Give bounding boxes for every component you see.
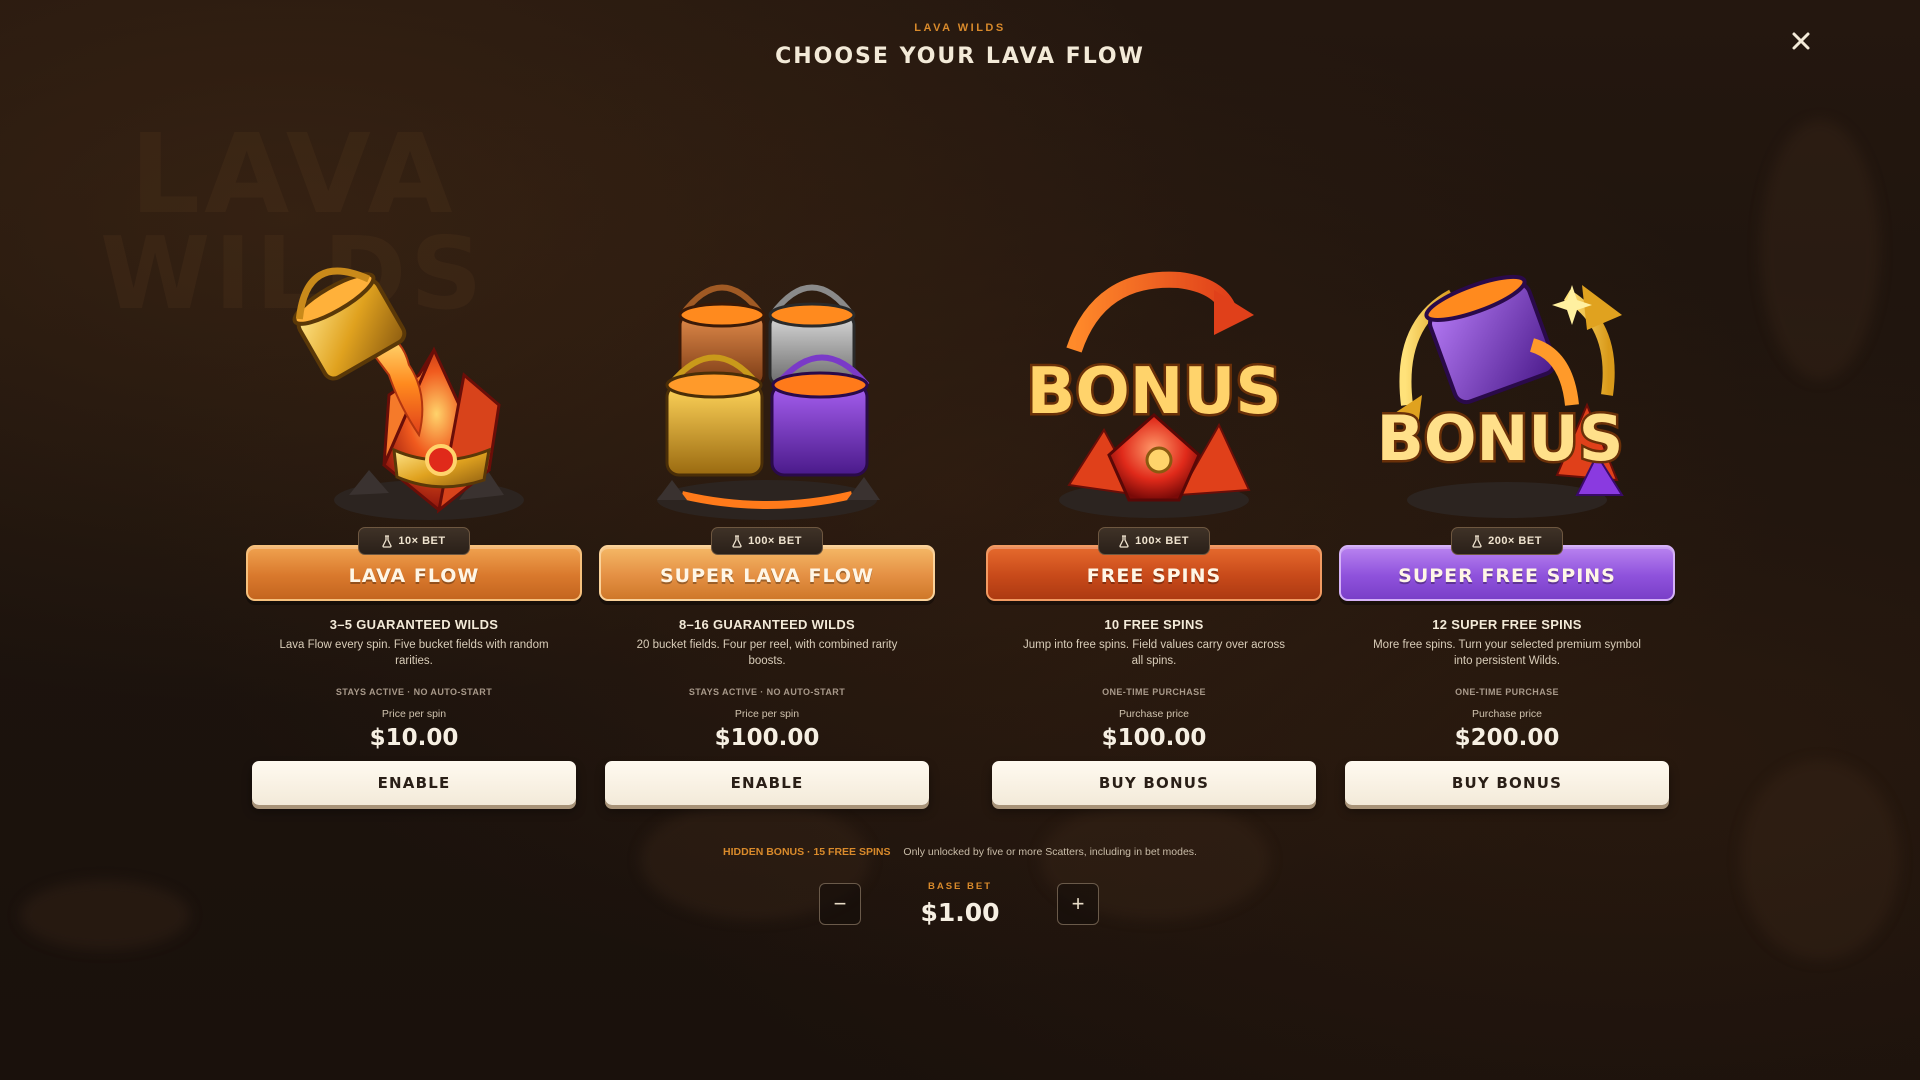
card-status: ONE-TIME PURCHASE	[1455, 687, 1559, 697]
base-bet-label: BASE BET	[927, 881, 993, 892]
card-description: 20 bucket fields. Four per reel, with co…	[636, 639, 898, 667]
price-label: Price per spin	[381, 708, 447, 720]
price-value: $10.00	[369, 725, 459, 751]
buy-super-free-spins-button[interactable]: BUY BONUS	[1345, 761, 1669, 805]
modal-title: CHOOSE YOUR LAVA FLOW	[775, 44, 1145, 69]
tier-badge: 10× BET	[358, 527, 470, 555]
background-logo-line-1: LAVA	[130, 110, 457, 238]
four-lava-buckets-art	[657, 284, 880, 520]
card-status: STAYS ACTIVE · NO AUTO-START	[335, 687, 493, 697]
card-headline: 3–5 GUARANTEED WILDS	[329, 617, 499, 632]
lava-bucket-crystals-art	[292, 267, 524, 520]
tier-badge-label: 100× BET	[1135, 535, 1189, 547]
bonus-card-lava-flow: 10× BET LAVA FLOW 3–5 GUARANTEED WILDS L…	[246, 255, 582, 815]
bonus-card-free-spins: BONUS 100× BET FREE SPINS 10 FREE SPINS …	[986, 255, 1322, 815]
increase-bet-button[interactable]: +	[1057, 883, 1099, 925]
price-label: Price per spin	[734, 708, 800, 720]
card-description: Lava Flow every spin. Five bucket fields…	[279, 639, 549, 667]
close-icon	[1792, 32, 1810, 50]
hidden-bonus-text: Only unlocked by five or more Scatters, …	[903, 846, 1197, 858]
price-value: $100.00	[1101, 725, 1207, 751]
base-bet-value: $1.00	[920, 898, 1000, 927]
card-headline: 10 FREE SPINS	[1104, 617, 1204, 632]
hidden-bonus-note: HIDDEN BONUS · 15 FREE SPINS Only unlock…	[0, 846, 1920, 858]
tier-badge-label: 10× BET	[398, 535, 446, 547]
price-label: Purchase price	[1118, 708, 1190, 720]
enable-super-lava-flow-button[interactable]: ENABLE	[605, 761, 929, 805]
card-headline: 12 SUPER FREE SPINS	[1432, 617, 1582, 632]
tier-badge: 100× BET	[711, 527, 823, 555]
close-button[interactable]	[1786, 26, 1816, 56]
bonus-card-super-free-spins: BONUS 200× BET SUPER FREE SPINS 12 SUPER…	[1339, 255, 1675, 815]
bonus-buy-modal: LAVA WILDS LAVA WILDS CHOOSE YOUR LAVA F…	[0, 0, 1920, 1080]
game-subtitle: LAVA WILDS	[914, 22, 1006, 34]
card-description: More free spins. Turn your selected prem…	[1373, 639, 1641, 667]
price-value: $100.00	[714, 725, 820, 751]
card-description: Jump into free spins. Field values carry…	[1022, 639, 1286, 667]
enable-lava-flow-button[interactable]: ENABLE	[252, 761, 576, 805]
buy-free-spins-button[interactable]: BUY BONUS	[992, 761, 1316, 805]
plus-icon: +	[1071, 891, 1085, 916]
card-status: STAYS ACTIVE · NO AUTO-START	[688, 687, 846, 697]
flask-icon	[1119, 534, 1129, 548]
tier-badge-label: 200× BET	[1488, 535, 1542, 547]
card-status: ONE-TIME PURCHASE	[1102, 687, 1206, 697]
tier-badge-label: 100× BET	[748, 535, 802, 547]
background-shape	[1760, 120, 1880, 380]
flask-icon	[732, 534, 742, 548]
flask-icon	[382, 534, 393, 548]
flask-icon	[1472, 534, 1482, 548]
tier-badge: 200× BET	[1451, 527, 1563, 555]
svg-text:BONUS: BONUS	[1029, 355, 1279, 429]
price-value: $200.00	[1454, 725, 1560, 751]
card-headline: 8–16 GUARANTEED WILDS	[678, 617, 856, 632]
svg-text:BONUS: BONUS	[1382, 402, 1623, 475]
hidden-bonus-label: HIDDEN BONUS · 15 FREE SPINS	[723, 846, 891, 858]
bonus-card-super-lava-flow: 100× BET SUPER LAVA FLOW 8–16 GUARANTEED…	[599, 255, 935, 815]
price-label: Purchase price	[1471, 708, 1543, 720]
bonus-gem-art: BONUS	[1029, 271, 1279, 518]
background-shape	[1740, 760, 1900, 960]
super-bonus-bucket-art: BONUS	[1382, 274, 1626, 518]
tier-badge: 100× BET	[1098, 527, 1210, 555]
